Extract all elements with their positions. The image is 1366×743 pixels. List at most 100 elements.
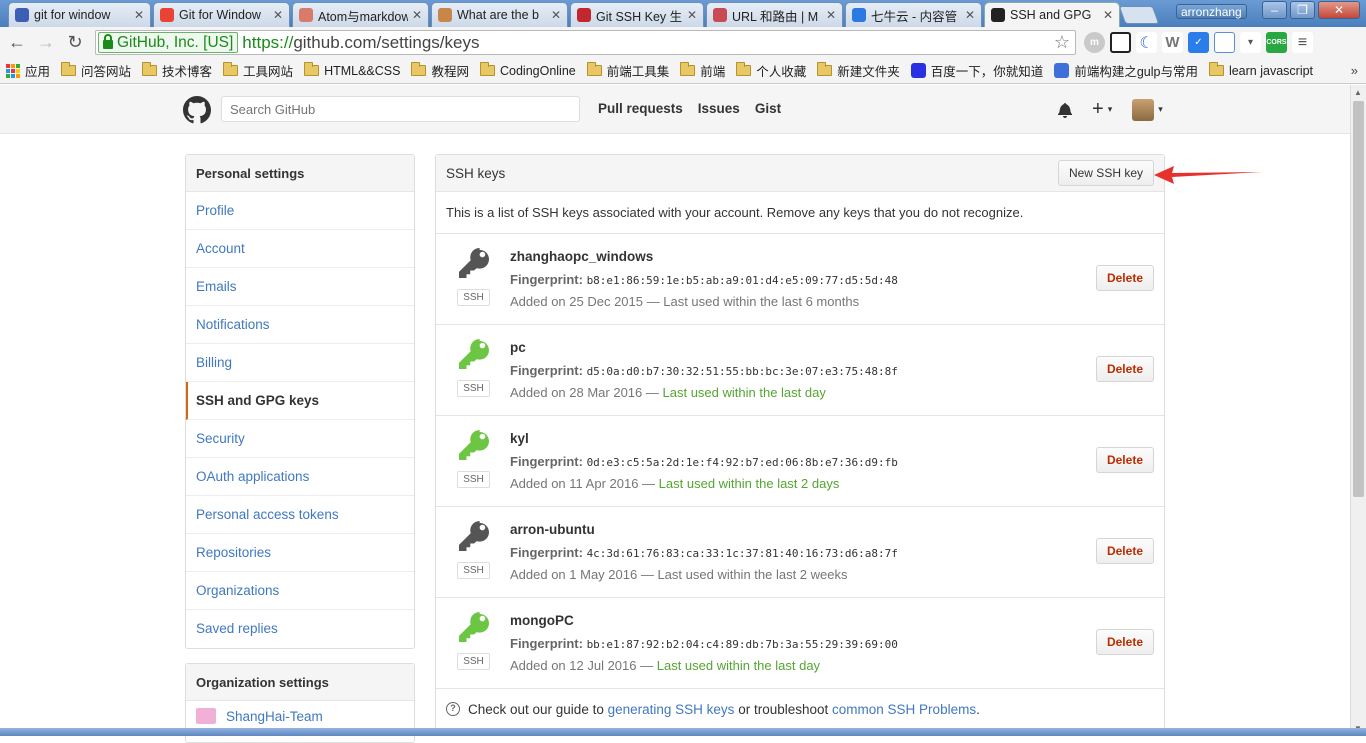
- bookmark-item[interactable]: 百度一下，你就知道: [910, 61, 1044, 80]
- close-window-button[interactable]: ✕: [1318, 1, 1360, 19]
- qr-code-icon[interactable]: [1110, 32, 1131, 53]
- profile-name[interactable]: arronzhang: [1176, 4, 1247, 19]
- close-tab-icon[interactable]: ✕: [826, 8, 836, 22]
- settings-menu-item[interactable]: SSH and GPG keys: [186, 382, 414, 420]
- github-logo-icon[interactable]: [183, 96, 211, 124]
- browser-tab[interactable]: What are the b ✕: [431, 2, 568, 27]
- bookmark-item[interactable]: 工具网站: [223, 61, 293, 80]
- bookmark-item[interactable]: 教程网: [411, 61, 469, 80]
- tab-favicon-icon: [15, 8, 29, 22]
- page-scrollbar[interactable]: ▲ ▼: [1350, 85, 1366, 736]
- delete-key-button[interactable]: Delete: [1095, 356, 1154, 382]
- bookmark-label: 技术博客: [162, 65, 213, 79]
- bookmark-item[interactable]: HTML&&CSS: [304, 62, 400, 78]
- delete-key-button[interactable]: Delete: [1095, 447, 1154, 473]
- org-item[interactable]: ShangHai-Team: [186, 701, 414, 731]
- tab-title: What are the b: [457, 8, 539, 22]
- puzzle-extension-icon[interactable]: ▾: [1240, 32, 1261, 53]
- org-avatar: [196, 708, 216, 724]
- browser-tab[interactable]: Git SSH Key 生 ✕: [570, 2, 704, 27]
- key-added-date: Added on 12 Jul 2016 —: [510, 658, 654, 673]
- github-search-input[interactable]: [221, 96, 580, 122]
- fingerprint-value: b8:e1:86:59:1e:b5:ab:a9:01:d4:e5:09:77:d…: [586, 274, 898, 287]
- close-tab-icon[interactable]: ✕: [273, 8, 283, 22]
- settings-menu-item[interactable]: OAuth applications: [186, 458, 414, 496]
- bookmark-star-icon[interactable]: ☆: [1054, 32, 1070, 53]
- scrollbar-thumb[interactable]: [1353, 101, 1364, 497]
- chevron-down-icon: ▾: [1158, 104, 1163, 114]
- back-icon[interactable]: ←: [5, 31, 29, 55]
- tab-title: Git SSH Key 生: [596, 9, 683, 24]
- create-new-menu[interactable]: + ▾: [1092, 98, 1112, 121]
- settings-menu-item[interactable]: Billing: [186, 344, 414, 382]
- minimize-button[interactable]: –: [1262, 1, 1287, 19]
- generating-ssh-keys-link[interactable]: generating SSH keys: [608, 702, 735, 717]
- settings-menu-item[interactable]: Account: [186, 230, 414, 268]
- close-tab-icon[interactable]: ✕: [965, 8, 975, 22]
- settings-menu-item[interactable]: Profile: [186, 192, 414, 230]
- settings-menu-item[interactable]: Security: [186, 420, 414, 458]
- bookmark-item[interactable]: CodingOnline: [479, 62, 576, 78]
- cors-extension-icon[interactable]: CORS: [1266, 32, 1287, 53]
- browser-tab[interactable]: Git for Window ✕: [153, 2, 290, 27]
- settings-menu-item[interactable]: Personal access tokens: [186, 496, 414, 534]
- browser-toolbar: ← → ↻ GitHub, Inc. [US] https://github.c…: [0, 27, 1366, 58]
- browser-tab[interactable]: SSH and GPG ✕: [984, 2, 1120, 27]
- close-tab-icon[interactable]: ✕: [134, 8, 144, 22]
- bookmark-item[interactable]: 问答网站: [61, 61, 131, 80]
- nav-gist[interactable]: Gist: [755, 101, 781, 116]
- browser-tab[interactable]: URL 和路由 | M ✕: [706, 2, 843, 27]
- key-added-info: Added on 28 Mar 2016 — Last used within …: [510, 385, 826, 400]
- key-added-date: Added on 11 Apr 2016 —: [510, 476, 656, 491]
- bookmark-label: 新建文件夹: [837, 65, 900, 79]
- bookmark-item[interactable]: 新建文件夹: [817, 61, 900, 80]
- more-bookmarks-button[interactable]: »: [1351, 63, 1358, 78]
- forward-icon[interactable]: →: [34, 31, 58, 55]
- close-tab-icon[interactable]: ✕: [551, 8, 561, 22]
- settings-menu-item[interactable]: Emails: [186, 268, 414, 306]
- moon-extension-icon[interactable]: ☾: [1136, 32, 1157, 53]
- delete-key-button[interactable]: Delete: [1095, 265, 1154, 291]
- ev-certificate-badge[interactable]: GitHub, Inc. [US]: [98, 32, 239, 53]
- settings-menu-item[interactable]: Repositories: [186, 534, 414, 572]
- bookmark-item[interactable]: 应用: [6, 61, 50, 80]
- browser-tab[interactable]: git for window ✕: [8, 2, 151, 27]
- browser-tab[interactable]: Atom与markdown ✕: [292, 2, 429, 27]
- close-tab-icon[interactable]: ✕: [1103, 8, 1113, 22]
- browser-tab[interactable]: 七牛云 - 内容管 ✕: [845, 2, 982, 27]
- nav-pull-requests[interactable]: Pull requests: [598, 101, 683, 116]
- close-tab-icon[interactable]: ✕: [412, 8, 422, 22]
- settings-menu-item[interactable]: Saved replies: [186, 610, 414, 648]
- new-ssh-key-button[interactable]: New SSH key: [1057, 160, 1154, 186]
- w-extension-icon[interactable]: W: [1162, 32, 1183, 53]
- bookmark-item[interactable]: 前端: [680, 61, 725, 80]
- user-menu[interactable]: ▾: [1132, 98, 1163, 121]
- bookmark-item[interactable]: 技术博客: [142, 61, 212, 80]
- bookmark-item[interactable]: learn javascript: [1208, 62, 1313, 78]
- pocket-extension-icon[interactable]: ✓: [1188, 32, 1209, 53]
- bookmark-item[interactable]: 前端工具集: [586, 61, 669, 80]
- fingerprint-label: Fingerprint:: [510, 363, 583, 378]
- ssh-badge: SSH: [457, 380, 490, 397]
- delete-key-button[interactable]: Delete: [1095, 538, 1154, 564]
- settings-menu-item[interactable]: Notifications: [186, 306, 414, 344]
- bookmark-label: 百度一下，你就知道: [930, 65, 1044, 79]
- common-ssh-problems-link[interactable]: common SSH Problems: [832, 702, 976, 717]
- address-bar[interactable]: GitHub, Inc. [US] https://github.com/set…: [95, 30, 1076, 55]
- question-icon: ?: [446, 702, 460, 716]
- lock-icon: [103, 34, 113, 49]
- scroll-up-icon[interactable]: ▲: [1354, 88, 1362, 97]
- screenshot-extension-icon[interactable]: [1214, 32, 1235, 53]
- bookmark-item[interactable]: 个人收藏: [736, 61, 806, 80]
- chrome-menu-icon[interactable]: ≡: [1292, 32, 1313, 53]
- bookmark-item[interactable]: 前端构建之gulp与常用: [1054, 61, 1198, 80]
- reload-icon[interactable]: ↻: [63, 31, 87, 55]
- new-tab-button[interactable]: [1118, 6, 1160, 24]
- close-tab-icon[interactable]: ✕: [687, 8, 697, 22]
- nav-issues[interactable]: Issues: [698, 101, 740, 116]
- notifications-bell-icon[interactable]: [1058, 102, 1072, 118]
- delete-key-button[interactable]: Delete: [1095, 629, 1154, 655]
- extension-m-icon[interactable]: m: [1084, 32, 1105, 53]
- maximize-button[interactable]: ❐: [1290, 1, 1315, 19]
- settings-menu-item[interactable]: Organizations: [186, 572, 414, 610]
